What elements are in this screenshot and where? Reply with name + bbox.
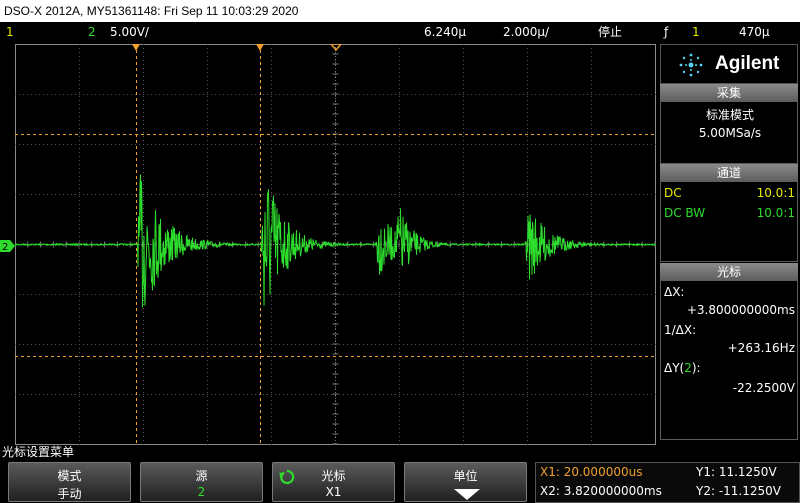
delta-y-label: ΔY(2): — [664, 361, 701, 375]
softkey-label: 模式 — [57, 469, 82, 483]
softkey-label: 光标 — [321, 469, 346, 483]
channel-1-probe: 10.0:1 — [756, 186, 795, 200]
acquisition-section: 标准模式 5.00MSa/s — [660, 102, 798, 164]
brand-name: Agilent — [715, 53, 780, 74]
trigger-level: 470µ — [739, 25, 770, 39]
sample-rate: 5.00MSa/s — [698, 126, 762, 140]
delta-x-value: +3.800000000ms — [686, 303, 795, 317]
acquisition-mode: 标准模式 — [705, 108, 754, 122]
mode-softkey[interactable]: 模式 手动 — [8, 462, 131, 502]
channel-2-indicator[interactable]: 2 — [88, 22, 96, 42]
waveform-display[interactable] — [15, 44, 656, 445]
softkey-value: 手动 — [57, 487, 82, 501]
delta-y-value: -22.2500V — [732, 381, 795, 395]
softkey-value: X1 — [325, 485, 342, 499]
softkey-value: 2 — [197, 485, 206, 499]
trigger-edge-icon: ƒ — [664, 25, 669, 39]
submenu-arrow-icon — [454, 489, 480, 500]
cursor-y2-readout: Y2: -11.1250V — [696, 484, 781, 498]
softkey-label: 源 — [195, 469, 208, 483]
channels-section: DC 10.0:1 DC BW 10.0:1 — [660, 182, 798, 262]
softkey-label: 单位 — [453, 469, 478, 483]
channels-header[interactable]: 通道 — [660, 164, 798, 182]
run-state: 停止 — [598, 25, 623, 39]
brand-logo: Agilent — [660, 44, 798, 84]
channel-2-coupling: DC BW — [664, 206, 706, 220]
inverse-delta-x-label: 1/ΔX: — [664, 323, 697, 337]
trigger-source: 1 — [692, 25, 700, 39]
cursor-x2-readout: X2: 3.820000000ms — [540, 484, 662, 498]
cursors-header[interactable]: 光标 — [660, 263, 798, 281]
channel-1-indicator[interactable]: 1 — [6, 22, 14, 42]
channel-1-row: DC 10.0:1 — [661, 184, 799, 202]
window-title: DSO-X 2012A, MY51361148: Fri Sep 11 10:0… — [0, 0, 800, 22]
softkey-menu-title: 光标设置菜单 — [2, 445, 75, 459]
channel-2-row: DC BW 10.0:1 — [661, 204, 799, 222]
channel-2-probe: 10.0:1 — [756, 206, 795, 220]
units-softkey[interactable]: 单位 — [404, 462, 527, 502]
channel-2-scale: 5.00V/ — [110, 25, 149, 39]
channel-1-coupling: DC — [664, 186, 682, 200]
delta-y-channel: 2 — [684, 361, 692, 375]
agilent-spark-icon — [679, 53, 703, 77]
side-panel: Agilent 采集 标准模式 5.00MSa/s 通道 DC 10.0:1 D… — [660, 44, 798, 440]
cursors-section: ΔX: +3.800000000ms 1/ΔX: +263.16Hz ΔY(2)… — [660, 281, 798, 440]
source-softkey[interactable]: 源 2 — [140, 462, 263, 502]
acquisition-header[interactable]: 采集 — [660, 84, 798, 102]
cursor-y1-readout: Y1: 11.1250V — [696, 465, 777, 479]
status-bar: 1 2 5.00V/ 6.240µ 2.000µ/ 停止 ƒ 1 470µ — [0, 22, 800, 42]
time-scale: 2.000µ/ — [503, 25, 550, 39]
delta-x-label: ΔX: — [664, 285, 685, 299]
cursor-readout: X1: 20.000000us X2: 3.820000000ms Y1: 11… — [535, 462, 800, 503]
cursor-select-softkey[interactable]: 光标 X1 — [272, 462, 395, 502]
svg-text:2: 2 — [2, 242, 8, 253]
cursor-x1-readout: X1: 20.000000us — [540, 465, 643, 479]
channel-2-ground-marker[interactable]: 2 — [0, 238, 15, 253]
inverse-delta-x-value: +263.16Hz — [727, 341, 795, 355]
time-delay: 6.240µ — [424, 25, 466, 39]
